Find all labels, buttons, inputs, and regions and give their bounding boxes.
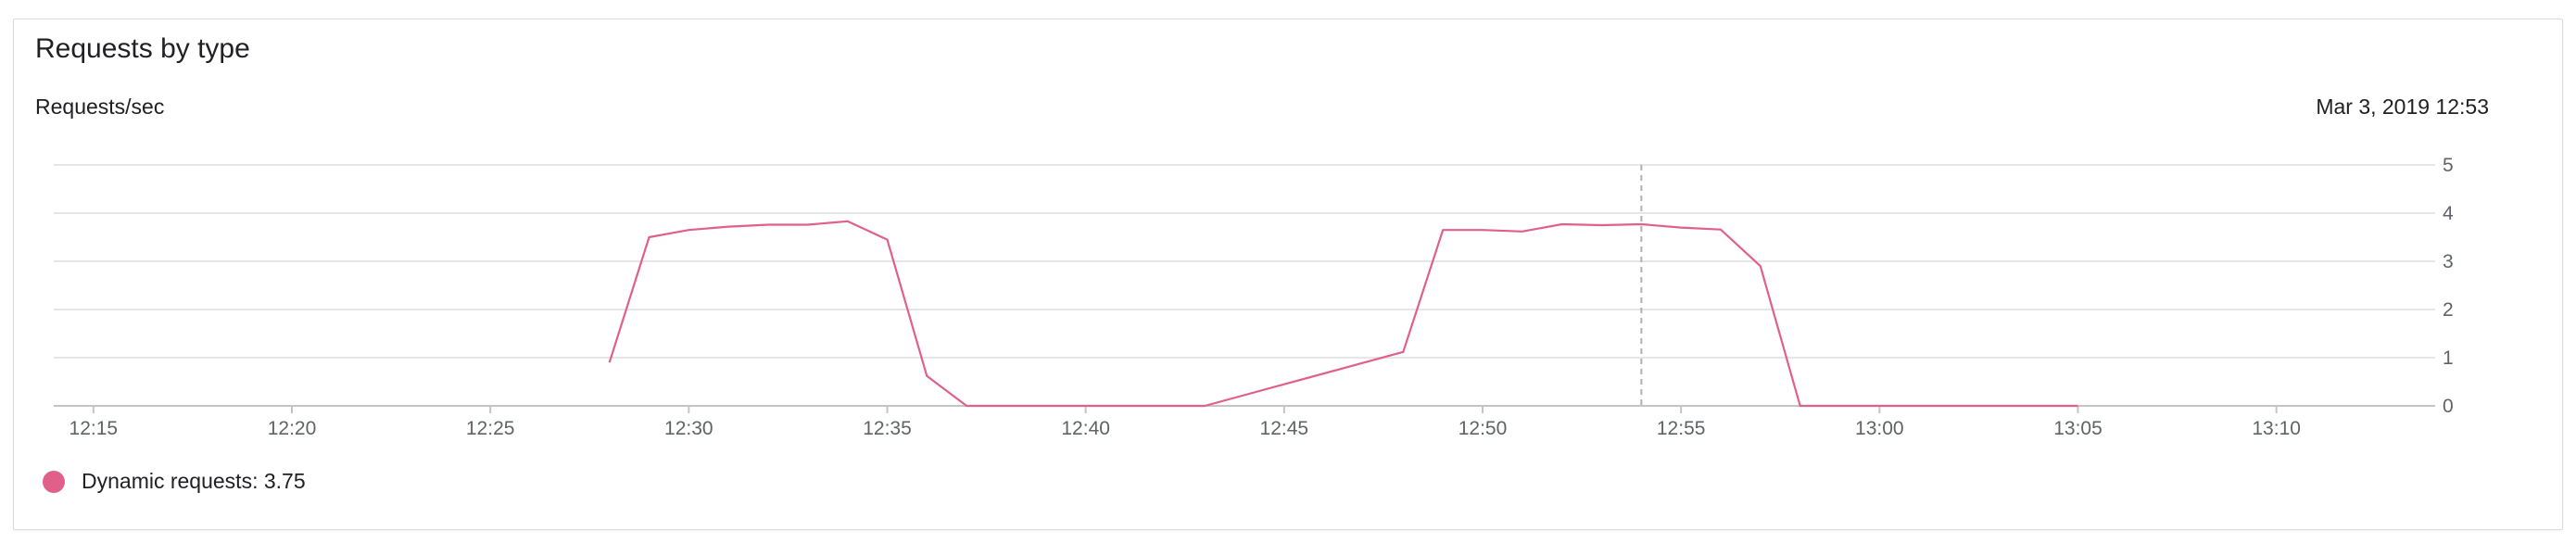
y-tick-label: 2 [2443,299,2454,321]
legend-series-swatch [43,470,65,493]
y-tick-label: 4 [2443,203,2454,224]
y-tick-label: 3 [2443,251,2454,272]
x-tick-label: 13:10 [2252,418,2301,439]
x-tick-label: 12:45 [1260,418,1309,439]
x-tick-label: 13:05 [2053,418,2102,439]
y-tick-label: 1 [2443,347,2454,369]
x-tick-label: 13:00 [1855,418,1904,439]
legend-series-entry: Dynamic requests: 3.75 [82,469,306,494]
x-tick-label: 12:50 [1458,418,1508,439]
legend[interactable]: Dynamic requests: 3.75 [43,469,306,494]
legend-series-label: Dynamic requests: [82,469,259,493]
x-tick-label: 12:35 [863,418,912,439]
x-tick-label: 12:25 [466,418,515,439]
x-tick-label: 12:30 [664,418,713,439]
x-tick-label: 12:20 [268,418,317,439]
series-line-dynamic-requests [608,220,2078,408]
y-tick-label: 5 [2443,155,2454,176]
x-tick-label: 12:15 [69,418,119,439]
chart-plot-area[interactable]: 0 1 2 3 4 5 12:15 12:20 12:25 12:30 12:35 12:40 12:4… [0,0,2576,543]
x-tick-label: 12:40 [1061,418,1110,439]
x-tick-label: 12:55 [1657,418,1706,439]
legend-series-value: 3.75 [263,469,306,493]
y-tick-label: 0 [2443,396,2454,417]
